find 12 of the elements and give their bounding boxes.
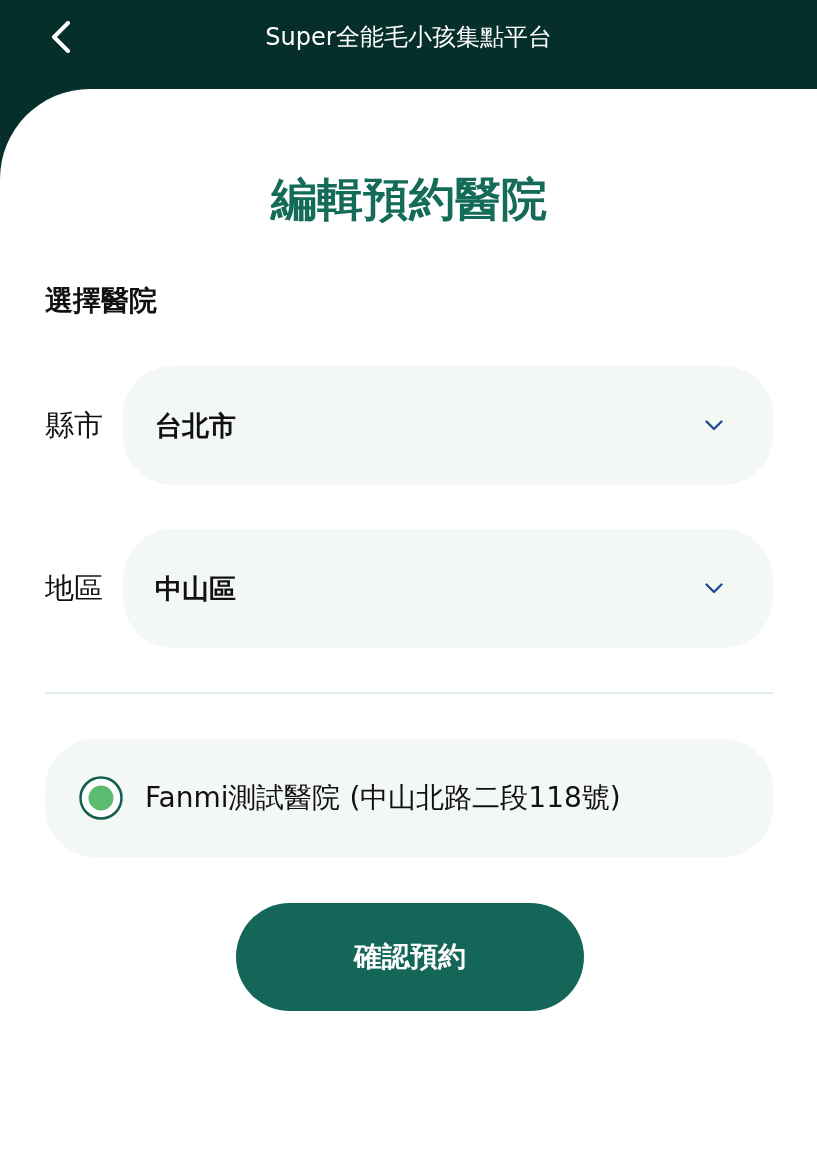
chevron-down-icon <box>705 420 723 431</box>
dropdown-select[interactable]: 台北市 <box>123 366 773 485</box>
chevron-down-icon <box>705 583 723 594</box>
section-label: 選擇醫院 <box>45 283 157 319</box>
confirm-button[interactable]: 確認預約 <box>236 903 584 1011</box>
dropdown-select[interactable]: 中山區 <box>123 529 773 648</box>
page-title: 編輯預約醫院 <box>269 171 548 228</box>
field-label: 縣市 <box>45 406 104 444</box>
hospital-option[interactable]: Fanmi測試醫院 (中山北路二段118號) <box>45 739 773 857</box>
field-label: 地區 <box>45 569 104 607</box>
back-icon <box>50 20 72 53</box>
app-title: Super全能毛小孩集點平台 <box>265 21 552 53</box>
